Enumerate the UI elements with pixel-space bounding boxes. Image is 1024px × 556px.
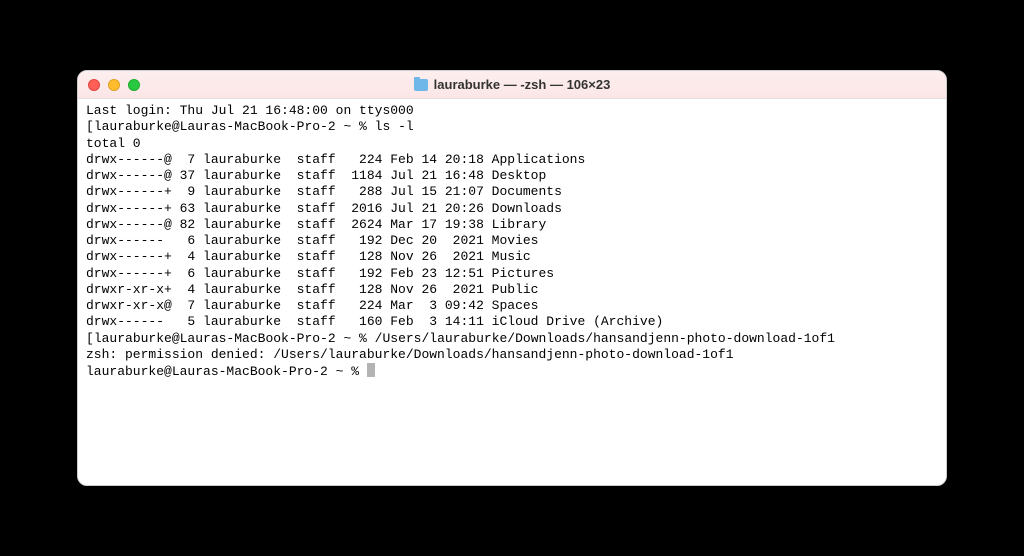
error-line: zsh: permission denied: /Users/lauraburk… [86, 347, 734, 362]
folder-icon [414, 79, 428, 91]
prompt-1: lauraburke@Lauras-MacBook-Pro-2 ~ % [94, 119, 375, 134]
prompt-2: lauraburke@Lauras-MacBook-Pro-2 ~ % [94, 331, 375, 346]
ls-row: drwx------@ 7 lauraburke staff 224 Feb 1… [86, 152, 585, 167]
terminal-window: lauraburke — -zsh — 106×23 Last login: T… [77, 70, 947, 486]
titlebar[interactable]: lauraburke — -zsh — 106×23 [78, 71, 946, 99]
minimize-icon[interactable] [108, 79, 120, 91]
titlebar-title-container: lauraburke — -zsh — 106×23 [78, 77, 946, 92]
ls-row: drwxr-xr-x+ 4 lauraburke staff 128 Nov 2… [86, 282, 538, 297]
ls-row: drwx------@ 37 lauraburke staff 1184 Jul… [86, 168, 546, 183]
zoom-icon[interactable] [128, 79, 140, 91]
prompt-bracket: [ [86, 331, 94, 346]
traffic-lights [88, 79, 140, 91]
ls-row: drwx------+ 63 lauraburke staff 2016 Jul… [86, 201, 562, 216]
ls-row: drwx------+ 6 lauraburke staff 192 Feb 2… [86, 266, 554, 281]
prompt-3: lauraburke@Lauras-MacBook-Pro-2 ~ % [86, 364, 367, 379]
command-2: /Users/lauraburke/Downloads/hansandjenn-… [375, 331, 835, 346]
prompt-bracket: [ [86, 119, 94, 134]
last-login-line: Last login: Thu Jul 21 16:48:00 on ttys0… [86, 103, 414, 118]
window-title: lauraburke — -zsh — 106×23 [434, 77, 611, 92]
terminal-body[interactable]: Last login: Thu Jul 21 16:48:00 on ttys0… [78, 99, 946, 485]
ls-row: drwx------+ 4 lauraburke staff 128 Nov 2… [86, 249, 531, 264]
cursor-icon [367, 363, 375, 377]
command-1: ls -l [375, 119, 414, 134]
ls-row: drwxr-xr-x@ 7 lauraburke staff 224 Mar 3… [86, 298, 538, 313]
total-line: total 0 [86, 136, 141, 151]
ls-row: drwx------+ 9 lauraburke staff 288 Jul 1… [86, 184, 562, 199]
ls-row: drwx------ 6 lauraburke staff 192 Dec 20… [86, 233, 538, 248]
ls-row: drwx------@ 82 lauraburke staff 2624 Mar… [86, 217, 546, 232]
ls-row: drwx------ 5 lauraburke staff 160 Feb 3 … [86, 314, 663, 329]
close-icon[interactable] [88, 79, 100, 91]
